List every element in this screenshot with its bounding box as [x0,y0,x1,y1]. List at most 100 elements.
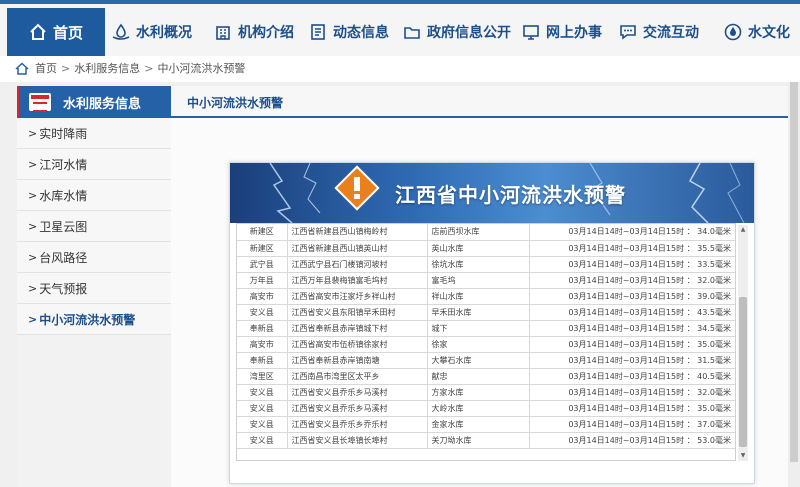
sidebar-item-label: 天气预报 [39,281,88,296]
sidebar-item-label: 中小河流洪水预警 [39,312,136,327]
cell-rainfall: 03月14日14时~03月14日15时 ： 43.5毫米 [529,304,735,321]
nav-item-institutions[interactable]: 机构介绍 [214,8,294,56]
breadcrumb: 首页 > 水利服务信息 > 中小河流洪水预警 [15,58,245,78]
document-icon [311,24,325,40]
breadcrumb-separator: > [144,61,154,75]
chevron-right-icon: > [28,219,38,233]
sidebar-item-label: 卫星云图 [39,219,88,234]
sidebar-item-label: 实时降雨 [39,126,88,141]
chevron-right-icon: > [28,281,38,295]
cell-reservoir: 方家水库 [427,384,530,401]
cell-county: 安义县 [237,400,288,417]
nav-item-gov-info[interactable]: 政府信息公开 [403,8,511,56]
sidebar-item-realtime-rain[interactable]: > 实时降雨 [17,118,171,149]
cell-rainfall: 03月14日14时~03月14日15时 ： 32.0毫米 [529,272,735,289]
table-scrollbar[interactable]: ▲ ▼ [738,225,748,461]
nav-item-label: 交流互动 [643,25,699,41]
cell-reservoir: 富毛坞 [427,272,530,289]
table-row: 安义县 江西省安义县长埠镇长埠村 关刀坳水库 03月14日14时~03月14日15时 … [237,432,735,449]
cell-county: 高安市 [237,336,288,353]
breadcrumb-separator: > [61,61,71,75]
sidebar-item-flood-warning[interactable]: > 中小河流洪水预警 [17,304,171,335]
cell-location: 江西省新建县西山镇梅岭村 [287,224,428,241]
cell-rainfall: 03月14日14时~03月14日15时 ： 31.5毫米 [529,352,735,369]
breadcrumb-service-info[interactable]: 水利服务信息 [74,60,140,76]
cell-rainfall: 03月14日14时~03月14日15时 ： 35.0毫米 [529,336,735,353]
cell-reservoir: 店前西坝水库 [427,224,530,241]
scroll-up-arrow-icon[interactable]: ▲ [738,225,748,235]
cell-location: 江西南昌市湾里区太平乡 [287,368,428,385]
flood-warning-panel: 江西省中小河流洪水预警 新建区 江西省新建县西山镇梅岭村 店前西坝水库 03月14日1… [229,162,755,484]
cell-location: 江西武宁县石门楼镇河坡村 [287,256,428,273]
sidebar-item-weather-forecast[interactable]: > 天气预报 [17,273,171,304]
cell-reservoir: 英山水库 [427,240,530,257]
building-icon [216,26,230,40]
cell-county: 安义县 [237,416,288,433]
chevron-right-icon: > [28,126,38,140]
cell-county: 安义县 [237,432,288,449]
cell-reservoir: 献忠 [427,368,530,385]
sidebar-item-typhoon-path[interactable]: > 台风路径 [17,242,171,273]
cell-rainfall: 03月14日14时~03月14日15时 ： 39.0毫米 [529,288,735,305]
cell-reservoir: 金家水库 [427,416,530,433]
chevron-right-icon: > [28,157,38,171]
sidebar-header: 水利服务信息 [17,86,171,118]
page-scroll-thumb[interactable] [790,82,798,462]
sidebar: 水利服务信息 > 实时降雨 > 江河水情 > 水库水情 > 卫星云图 > 台风路… [17,86,171,487]
warning-banner: 江西省中小河流洪水预警 [230,163,754,223]
sidebar-item-satellite-cloud[interactable]: > 卫星云图 [17,211,171,242]
sidebar-item-reservoir-water[interactable]: > 水库水情 [17,180,171,211]
table-row: 新建区 江西省新建县西山镇梅岭村 店前西坝水库 03月14日14时~03月14日15时… [237,224,735,241]
warning-table-container[interactable]: 新建区 江西省新建县西山镇梅岭村 店前西坝水库 03月14日14时~03月14日15时… [236,223,736,461]
sidebar-item-river-water[interactable]: > 江河水情 [17,149,171,180]
sidebar-list: > 实时降雨 > 江河水情 > 水库水情 > 卫星云图 > 台风路径 > 天气预… [17,118,171,335]
cell-rainfall: 03月14日14时~03月14日15时 ： 34.5毫米 [529,320,735,337]
table-row: 万年县 江西万年县裴梅镇富毛坞村 富毛坞 03月14日14时~03月14日15时 ： … [237,272,735,289]
cell-location: 江西省安义县东阳镇早禾田村 [287,304,428,321]
monitor-icon [523,25,539,40]
home-icon [30,23,46,40]
nav-item-label: 网上办事 [546,25,602,41]
nav-item-online-service[interactable]: 网上办事 [522,8,602,56]
table-row: 奉新县 江西省奉新县赤岸镇城下村 城下 03月14日14时~03月14日15时 ： 3… [237,320,735,337]
table-row: 奉新县 江西省奉新县赤岸镇南塘 大攀石水库 03月14日14时~03月14日15时 ：… [237,352,735,369]
cell-reservoir: 徐坑水库 [427,256,530,273]
table-row: 安义县 江西省安义县乔乐乡马溪村 方家水库 03月14日14时~03月14日15时 ：… [237,384,735,401]
page-scrollbar[interactable] [788,82,800,487]
cell-rainfall: 03月14日14时~03月14日15时 ： 53.0毫米 [529,432,735,449]
cell-location: 江西省新建县西山镇英山村 [287,240,428,257]
table-row: 武宁县 江西武宁县石门楼镇河坡村 徐坑水库 03月14日14时~03月14日15时 ：… [237,256,735,273]
sidebar-item-label: 水库水情 [39,188,88,203]
nav-home-tab[interactable]: 首页 [7,8,105,56]
nav-item-label: 水利概况 [136,25,192,41]
cell-county: 武宁县 [237,256,288,273]
cell-county: 安义县 [237,304,288,321]
chevron-right-icon: > [28,188,38,202]
chevron-right-icon: > [28,312,38,326]
cell-location: 江西省高安市伍桥镇徐家村 [287,336,428,353]
main-content: 中小河流洪水预警 江西省中小河流洪水预警 新建区 江西省新建县西山镇梅岭村 店前… [171,86,800,487]
cell-location: 江西省高安市汪家圩乡祥山村 [287,288,428,305]
cell-county: 新建区 [237,224,288,241]
nav-item-news[interactable]: 动态信息 [309,8,389,56]
table-row: 安义县 江西省安义县乔乐乡马溪村 大岭水库 03月14日14时~03月14日15时 ：… [237,400,735,417]
table-row: 新建区 江西省新建县西山镇英山村 英山水库 03月14日14时~03月14日15时 ：… [237,240,735,257]
table-row: 高安市 江西省高安市伍桥镇徐家村 徐家 03月14日14时~03月14日15时 ： 3… [237,336,735,353]
page-title: 中小河流洪水预警 [187,96,284,110]
breadcrumb-current: 中小河流洪水预警 [157,62,246,75]
scroll-thumb[interactable] [739,297,747,447]
breadcrumb-home[interactable]: 首页 [35,60,57,76]
nav-home-label: 首页 [52,23,83,42]
cell-location: 江西省安义县乔乐乡乔乐村 [287,416,428,433]
nav-item-interaction[interactable]: 交流互动 [619,8,699,56]
scroll-down-arrow-icon[interactable]: ▼ [738,451,748,461]
table-row: 安义县 江西省安义县东阳镇早禾田村 早禾田水库 03月14日14时~03月14日15时… [237,304,735,321]
cell-reservoir: 祥山水库 [427,288,530,305]
nav-item-overview[interactable]: 水利概况 [112,8,192,56]
cell-location: 江西省安义县长埠镇长埠村 [287,432,428,449]
warning-sign-icon [334,165,380,211]
nav-item-water-culture[interactable]: 水文化 [724,8,790,56]
cell-county: 新建区 [237,240,288,257]
table-row: 安义县 江西省安义县乔乐乡乔乐村 金家水库 03月14日14时~03月14日15时 ：… [237,416,735,433]
banner-title: 江西省中小河流洪水预警 [395,183,626,207]
